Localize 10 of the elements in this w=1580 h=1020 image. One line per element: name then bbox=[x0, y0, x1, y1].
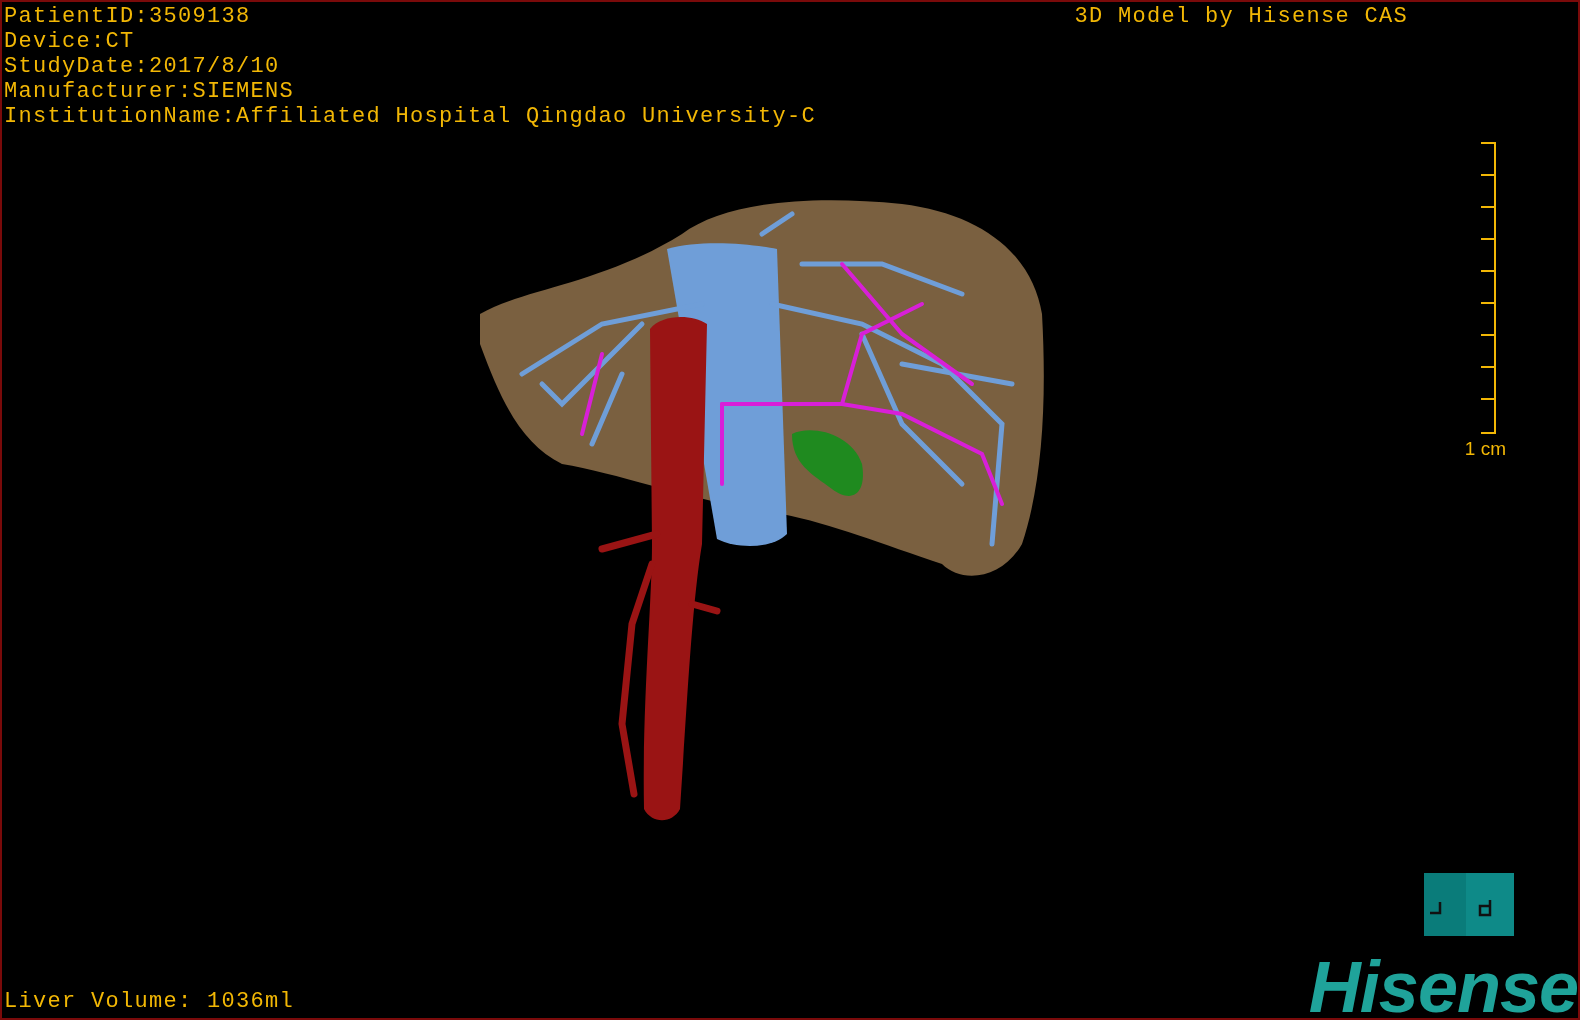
study-info-line: StudyDate:2017/8/10 bbox=[4, 54, 281, 79]
study-info-line: InstitutionName:Affiliated Hospital Qingdao University-C bbox=[4, 104, 817, 129]
viewer-title: 3D Model by Hisense CAS bbox=[1074, 4, 1408, 31]
study-info-line: Manufacturer:SIEMENS bbox=[4, 79, 296, 104]
scale-label: 1 cm bbox=[1464, 437, 1506, 461]
study-info-line: Device:CT bbox=[4, 29, 136, 54]
orientation-cube-icon bbox=[1424, 873, 1514, 936]
liver-volume-text: Liver Volume: 1036ml bbox=[3, 989, 295, 1016]
study-info-line: PatientID:3509138 bbox=[4, 4, 252, 29]
brand-logo: Hisense bbox=[1308, 956, 1578, 1018]
